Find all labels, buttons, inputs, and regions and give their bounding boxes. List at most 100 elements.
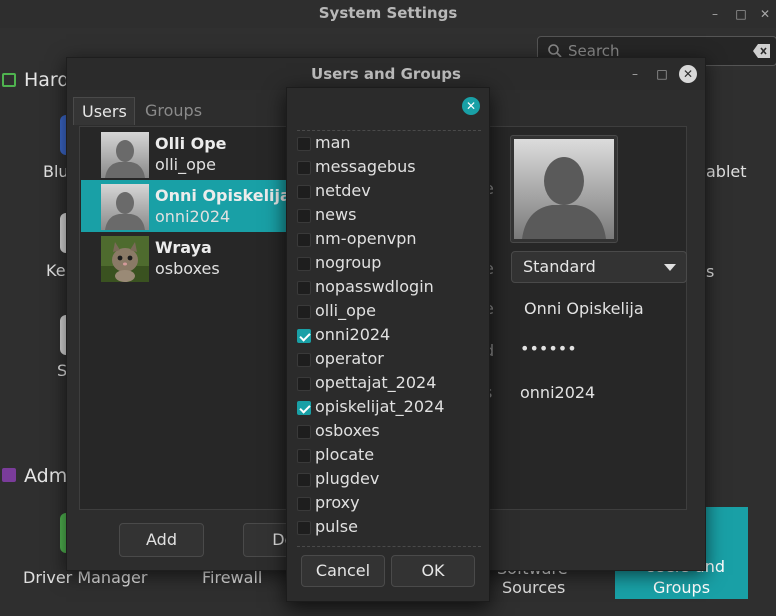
- group-checkbox[interactable]: [297, 185, 311, 199]
- administration-category-label: Adm: [24, 465, 68, 487]
- group-checkbox[interactable]: [297, 449, 311, 463]
- user-login: onni2024: [155, 207, 231, 226]
- group-checkbox-row[interactable]: olli_ope: [297, 300, 481, 324]
- group-name: onni2024: [315, 325, 391, 344]
- group-name: man: [315, 133, 351, 152]
- ok-button[interactable]: OK: [391, 555, 475, 587]
- tab-users[interactable]: Users: [73, 97, 135, 125]
- minimize-icon[interactable]: –: [707, 6, 723, 22]
- settings-item-label-partial: s: [706, 262, 715, 281]
- group-name: messagebus: [315, 157, 416, 176]
- group-checkbox-row[interactable]: news: [297, 204, 481, 228]
- group-checkbox[interactable]: [297, 521, 311, 535]
- group-checkbox-row[interactable]: nopasswdlogin: [297, 276, 481, 300]
- minimize-icon[interactable]: –: [627, 66, 643, 82]
- group-checkbox-row[interactable]: opiskelijat_2024: [297, 396, 481, 420]
- group-checkbox[interactable]: [297, 329, 311, 343]
- group-name: olli_ope: [315, 301, 376, 320]
- user-full-name[interactable]: Onni Opiskelija: [524, 299, 644, 318]
- user-avatar-icon: [514, 139, 614, 239]
- group-checkbox-row[interactable]: messagebus: [297, 156, 481, 180]
- group-checkbox[interactable]: [297, 281, 311, 295]
- group-checkbox[interactable]: [297, 257, 311, 271]
- group-name: nopasswdlogin: [315, 277, 434, 296]
- user-avatar-icon: [101, 184, 149, 230]
- cancel-button[interactable]: Cancel: [301, 555, 385, 587]
- tab-groups[interactable]: Groups: [137, 97, 211, 125]
- group-checkbox-row[interactable]: pulse: [297, 516, 481, 540]
- group-name: plugdev: [315, 469, 380, 488]
- group-checkbox[interactable]: [297, 401, 311, 415]
- group-checkbox[interactable]: [297, 137, 311, 151]
- group-name: proxy: [315, 493, 360, 512]
- hardware-category-icon: [2, 73, 16, 87]
- group-name: pulse: [315, 517, 358, 536]
- user-row[interactable]: Onni Opiskelija onni2024: [81, 180, 291, 232]
- group-checkbox-row[interactable]: nm-openvpn: [297, 228, 481, 252]
- user-name: Onni Opiskelija: [155, 186, 291, 205]
- group-checkbox-row[interactable]: onni2024: [297, 324, 481, 348]
- group-checkbox[interactable]: [297, 233, 311, 247]
- user-name: Olli Ope: [155, 134, 227, 153]
- group-checkbox[interactable]: [297, 161, 311, 175]
- group-name: opiskelijat_2024: [315, 397, 445, 416]
- user-name: Wraya: [155, 238, 212, 257]
- group-name: nogroup: [315, 253, 382, 272]
- group-checkbox[interactable]: [297, 209, 311, 223]
- group-name: opettajat_2024: [315, 373, 437, 392]
- group-checkbox[interactable]: [297, 353, 311, 367]
- account-type-dropdown[interactable]: Standard: [511, 251, 687, 283]
- group-name: operator: [315, 349, 384, 368]
- user-login: olli_ope: [155, 155, 216, 174]
- group-checklist: man messagebus netdev news nm-openvpn nogroup…: [287, 131, 491, 543]
- dialog-title: Users and Groups: [311, 65, 461, 83]
- group-checkbox[interactable]: [297, 425, 311, 439]
- group-name: netdev: [315, 181, 371, 200]
- chevron-down-icon: [664, 264, 676, 271]
- window-title: System Settings: [318, 4, 458, 22]
- close-icon[interactable]: ✕: [757, 6, 773, 22]
- group-checkbox-row[interactable]: netdev: [297, 180, 481, 204]
- group-name: nm-openvpn: [315, 229, 417, 248]
- group-checkbox-row[interactable]: operator: [297, 348, 481, 372]
- group-checkbox-row[interactable]: plocate: [297, 444, 481, 468]
- group-name: osboxes: [315, 421, 380, 440]
- keyboard-label: Ke: [46, 261, 66, 280]
- group-checkbox-row[interactable]: man: [297, 132, 481, 156]
- graphics-tablet-label: ablet: [706, 162, 747, 181]
- group-checkbox-row[interactable]: nogroup: [297, 252, 481, 276]
- group-checkbox-row[interactable]: osboxes: [297, 420, 481, 444]
- group-checkbox-row[interactable]: opettajat_2024: [297, 372, 481, 396]
- user-groups-value[interactable]: onni2024: [520, 383, 595, 402]
- group-checkbox[interactable]: [297, 473, 311, 487]
- group-name: news: [315, 205, 357, 224]
- close-icon[interactable]: ✕: [679, 65, 697, 83]
- maximize-icon[interactable]: □: [733, 6, 749, 22]
- add-user-button[interactable]: Add: [119, 523, 204, 557]
- group-checkbox-row[interactable]: proxy: [297, 492, 481, 516]
- user-password[interactable]: ••••••: [520, 339, 577, 358]
- group-checkbox[interactable]: [297, 305, 311, 319]
- software-sources-label-line2[interactable]: Sources: [502, 578, 565, 597]
- users-groups-tile-label-line2: Groups: [653, 578, 711, 597]
- user-avatar-icon: [101, 132, 149, 178]
- dialog-titlebar: Users and Groups – □ ✕: [67, 58, 705, 90]
- maximize-icon[interactable]: □: [654, 66, 670, 82]
- divider: [297, 546, 481, 547]
- group-picker-dialog: ✕ man messagebus netdev news nm-openvpn nogro…: [286, 87, 490, 602]
- bluetooth-label: Blu: [43, 162, 69, 181]
- user-login: osboxes: [155, 259, 220, 278]
- administration-category-icon: [2, 468, 16, 482]
- hardware-category-label: Hard: [24, 69, 70, 91]
- group-checkbox-row[interactable]: plugdev: [297, 468, 481, 492]
- group-checkbox[interactable]: [297, 497, 311, 511]
- user-row[interactable]: Olli Ope olli_ope: [81, 128, 291, 180]
- group-checkbox[interactable]: [297, 377, 311, 391]
- system-settings-titlebar: System Settings – □ ✕: [0, 0, 776, 28]
- user-row[interactable]: Wraya osboxes: [81, 232, 291, 284]
- close-icon[interactable]: ✕: [462, 97, 480, 115]
- user-photo-button[interactable]: [510, 135, 618, 243]
- cat-avatar-image: [101, 236, 149, 282]
- account-type-value: Standard: [523, 257, 596, 276]
- clear-search-icon[interactable]: [752, 42, 772, 60]
